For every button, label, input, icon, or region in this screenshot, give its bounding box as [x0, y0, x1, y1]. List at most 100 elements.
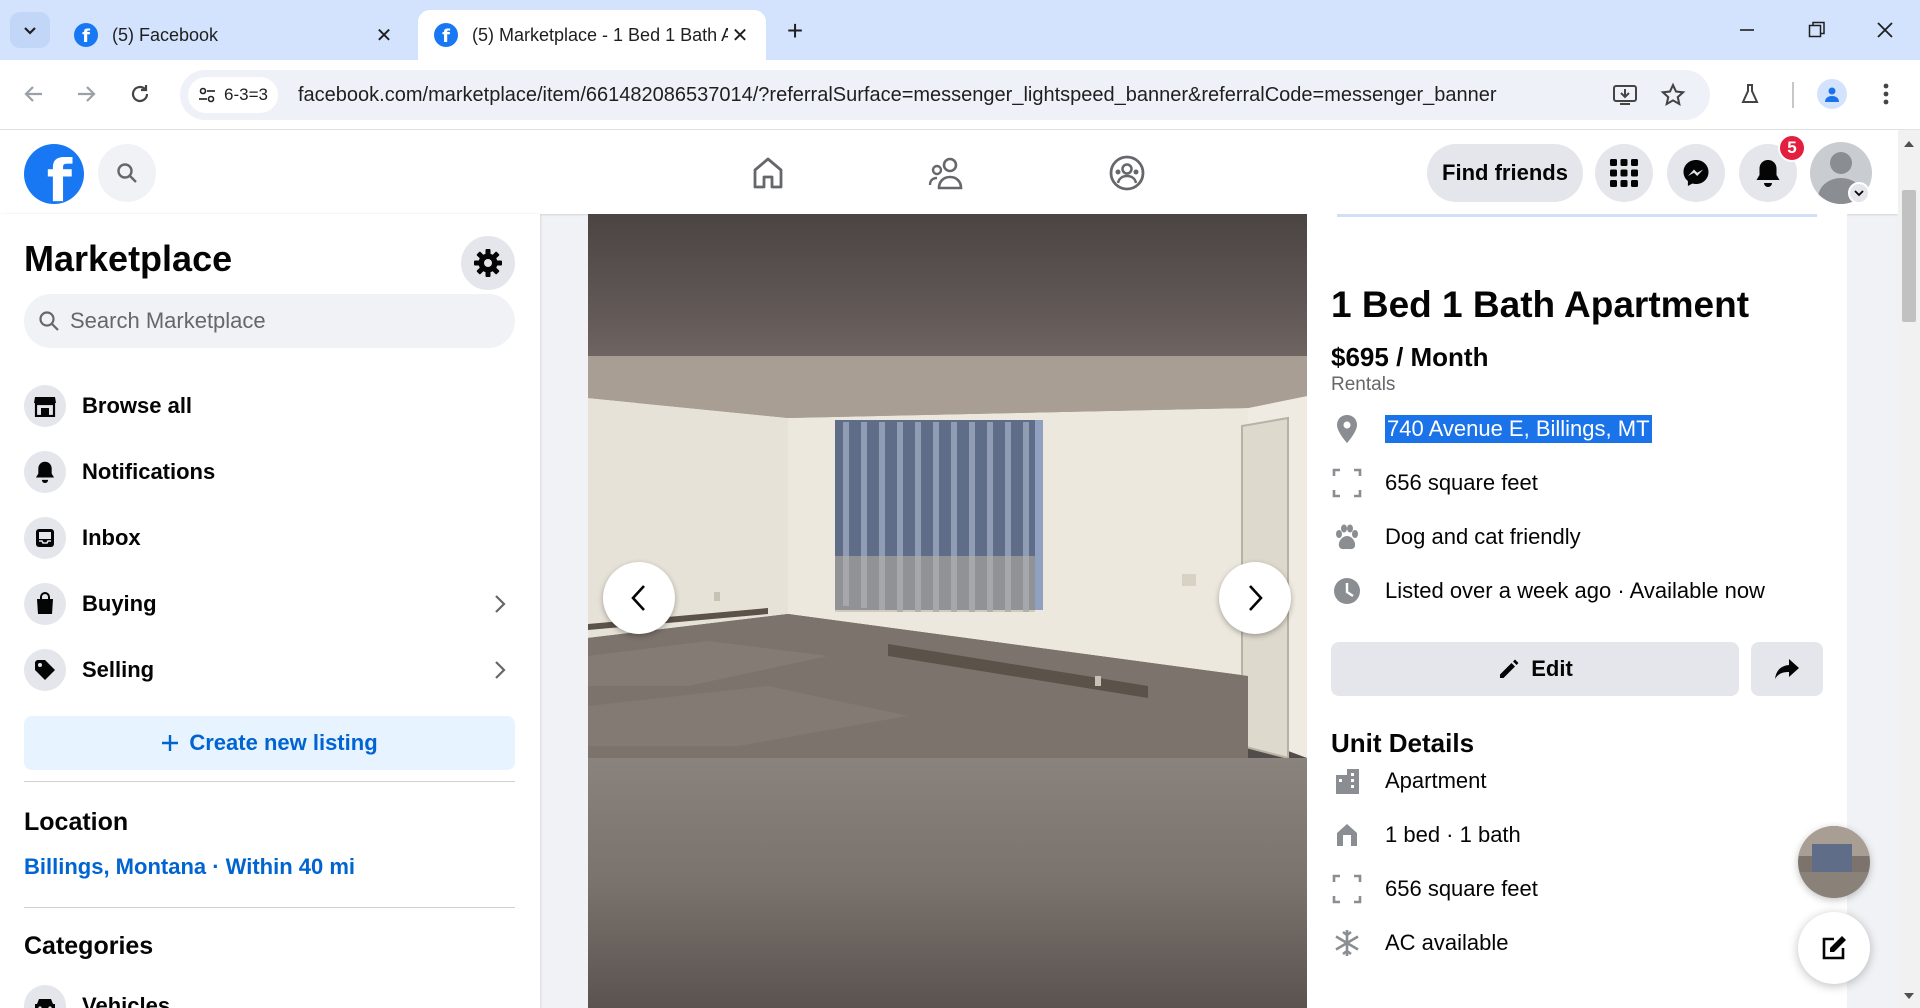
share-arrow-icon	[1775, 659, 1799, 679]
unit-detail-text: 656 square feet	[1385, 876, 1538, 901]
nav-home[interactable]	[738, 148, 798, 198]
sidebar-item-notifications[interactable]: Notifications	[24, 444, 515, 500]
blurred-photo-background	[588, 758, 1307, 1008]
marketplace-settings-button[interactable]	[461, 236, 515, 290]
unit-details-heading: Unit Details	[1331, 728, 1475, 758]
account-chevron-icon[interactable]	[1848, 182, 1870, 204]
search-icon	[117, 163, 137, 183]
menu-button[interactable]	[1595, 144, 1653, 202]
friends-icon	[928, 157, 963, 190]
share-listing-button[interactable]	[1751, 642, 1823, 696]
grid-menu-icon	[1610, 159, 1638, 187]
listing-photo	[588, 356, 1307, 758]
unit-detail-row: 656 square feet	[1331, 872, 1538, 906]
url-text[interactable]: facebook.com/marketplace/item/6614820865…	[298, 84, 1497, 107]
previous-photo-button[interactable]	[603, 562, 675, 634]
reload-icon	[131, 85, 149, 103]
shopping-bag-icon	[24, 583, 66, 625]
notification-count-badge: 5	[1778, 134, 1806, 162]
arrow-right-icon	[78, 86, 96, 102]
listing-details-panel: 1 Bed 1 Bath Apartment $695 / Month Rent…	[1307, 214, 1847, 1008]
chevron-right-icon	[485, 659, 515, 681]
sidebar-item-buying[interactable]: Buying	[24, 576, 515, 632]
listing-category: Rentals	[1331, 374, 1396, 395]
scroll-thumb[interactable]	[1902, 190, 1916, 322]
page-scrollbar[interactable]	[1898, 130, 1920, 1008]
summary-text: Dog and cat friendly	[1385, 524, 1581, 549]
more-vertical-icon	[1883, 83, 1889, 105]
sidebar-item-selling[interactable]: Selling	[24, 642, 515, 698]
tab-title: (5) Facebook	[112, 24, 219, 45]
sidebar-item-label: Selling	[82, 657, 155, 682]
facebook-favicon-icon: f	[74, 23, 98, 47]
site-chip-label: 6-3=3	[224, 85, 268, 104]
nav-friends[interactable]	[917, 148, 977, 198]
marketplace-sidebar: Marketplace Search Marketplace Browse al…	[0, 214, 540, 1008]
bell-icon	[24, 451, 66, 493]
search-placeholder: Search Marketplace	[70, 308, 266, 333]
reload-button[interactable]	[120, 74, 160, 114]
building-icon	[1331, 765, 1363, 797]
new-message-button[interactable]	[1798, 912, 1870, 984]
new-tab-button[interactable]: +	[778, 14, 812, 48]
restore-window-button[interactable]	[1794, 10, 1840, 50]
scroll-up-icon[interactable]	[1903, 138, 1915, 150]
storefront-icon	[24, 385, 66, 427]
close-window-button[interactable]	[1862, 10, 1908, 50]
browser-tab-marketplace[interactable]: f (5) Marketplace - 1 Bed 1 Bath Apartme…	[418, 10, 766, 60]
address-bar[interactable]: 6-3=3 facebook.com/marketplace/item/6614…	[180, 70, 1710, 120]
scroll-down-icon[interactable]	[1903, 990, 1915, 1002]
bed-icon	[1331, 819, 1363, 851]
minimize-window-button[interactable]	[1724, 10, 1770, 50]
create-listing-label: Create new listing	[189, 730, 378, 755]
flask-icon	[1741, 84, 1759, 103]
clock-icon	[1331, 575, 1363, 607]
chevron-left-icon	[631, 585, 645, 611]
listing-address[interactable]: 740 Avenue E, Billings, MT	[1385, 415, 1652, 443]
listing-summary-row: Dog and cat friendly	[1331, 520, 1581, 554]
gear-icon	[474, 249, 502, 277]
labs-button[interactable]	[1730, 74, 1770, 114]
bookmark-button[interactable]	[1658, 80, 1688, 110]
edit-listing-button[interactable]: Edit	[1331, 642, 1739, 696]
search-icon	[39, 311, 59, 331]
blurred-photo-background	[588, 214, 1307, 356]
marketplace-search-input[interactable]: Search Marketplace	[24, 294, 515, 348]
find-friends-button[interactable]: Find friends	[1427, 144, 1583, 202]
close-tab-icon[interactable]: ✕	[728, 23, 752, 47]
divider	[24, 907, 515, 908]
star-icon	[1660, 82, 1686, 107]
location-link[interactable]: Billings, Montana · Within 40 mi	[24, 854, 355, 880]
profile-button[interactable]	[1812, 74, 1852, 114]
facebook-search-button[interactable]	[98, 144, 156, 202]
create-new-listing-button[interactable]: Create new listing	[24, 716, 515, 770]
messenger-button[interactable]	[1667, 144, 1725, 202]
install-app-button[interactable]	[1610, 80, 1640, 110]
close-tab-icon[interactable]: ✕	[372, 23, 396, 47]
tab-search-button[interactable]	[10, 12, 50, 48]
tab-title: (5) Marketplace - 1 Bed 1 Bath Apartment	[472, 24, 728, 45]
sidebar-item-label: Inbox	[82, 525, 141, 550]
category-item-vehicles[interactable]: Vehicles	[24, 978, 515, 1008]
listing-summary-row: 656 square feet	[1331, 466, 1538, 500]
summary-text: Listed over a week ago · Available now	[1385, 578, 1765, 603]
chat-head-listing-thumbnail[interactable]	[1798, 826, 1870, 898]
next-photo-button[interactable]	[1219, 562, 1291, 634]
sidebar-item-inbox[interactable]: Inbox	[24, 510, 515, 566]
browser-menu-button[interactable]	[1866, 74, 1906, 114]
nav-groups[interactable]	[1097, 148, 1157, 198]
listing-summary-row: Listed over a week ago · Available now	[1331, 574, 1765, 608]
site-info-chip[interactable]: 6-3=3	[188, 77, 278, 113]
divider	[1337, 214, 1817, 217]
tune-icon	[199, 87, 215, 103]
arrow-left-icon	[24, 86, 42, 102]
paw-icon	[1331, 521, 1363, 553]
back-button[interactable]	[14, 74, 54, 114]
browser-tab-facebook[interactable]: f (5) Facebook ✕	[58, 10, 410, 60]
forward-button[interactable]	[66, 74, 106, 114]
sidebar-title: Marketplace	[24, 238, 233, 279]
sidebar-item-browse-all[interactable]: Browse all	[24, 378, 515, 434]
ruler-icon	[1331, 467, 1363, 499]
listing-title: 1 Bed 1 Bath Apartment	[1331, 284, 1750, 325]
facebook-logo-icon[interactable]: f	[24, 144, 84, 204]
